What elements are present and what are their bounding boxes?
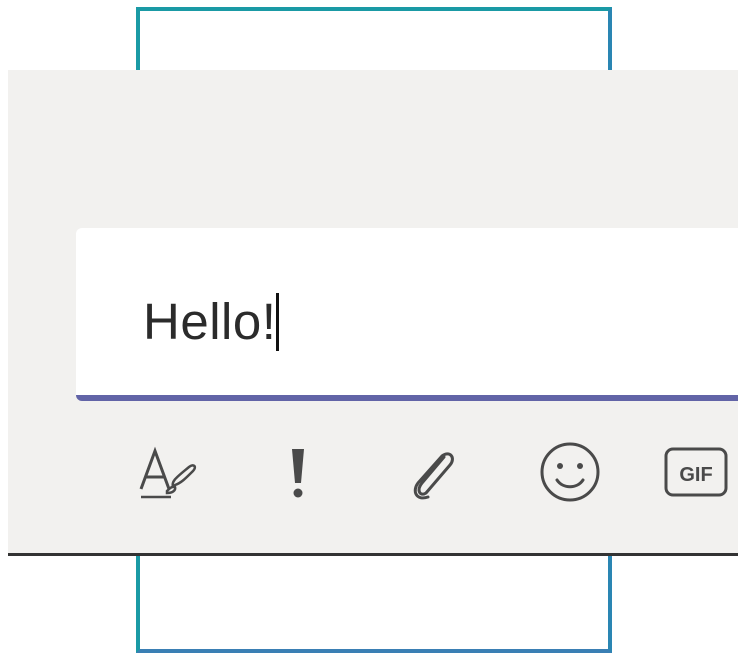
gif-icon: GIF (664, 447, 728, 497)
gif-button[interactable]: GIF (656, 432, 736, 512)
format-button[interactable] (126, 432, 206, 512)
emoji-button[interactable] (530, 432, 610, 512)
gif-label: GIF (679, 464, 712, 486)
attach-button[interactable] (393, 432, 473, 512)
format-icon (139, 446, 197, 499)
important-icon (292, 449, 304, 498)
important-button[interactable] (258, 432, 338, 512)
emoji-icon (540, 442, 600, 502)
message-text: Hello! (143, 293, 277, 350)
text-caret (276, 293, 280, 351)
attach-icon (413, 452, 454, 500)
compose-toolbar: GIF (8, 432, 738, 512)
message-compose-panel: Hello! GIF (8, 70, 738, 556)
compose-box[interactable]: Hello! (76, 228, 738, 401)
message-input[interactable]: Hello! (143, 292, 280, 352)
